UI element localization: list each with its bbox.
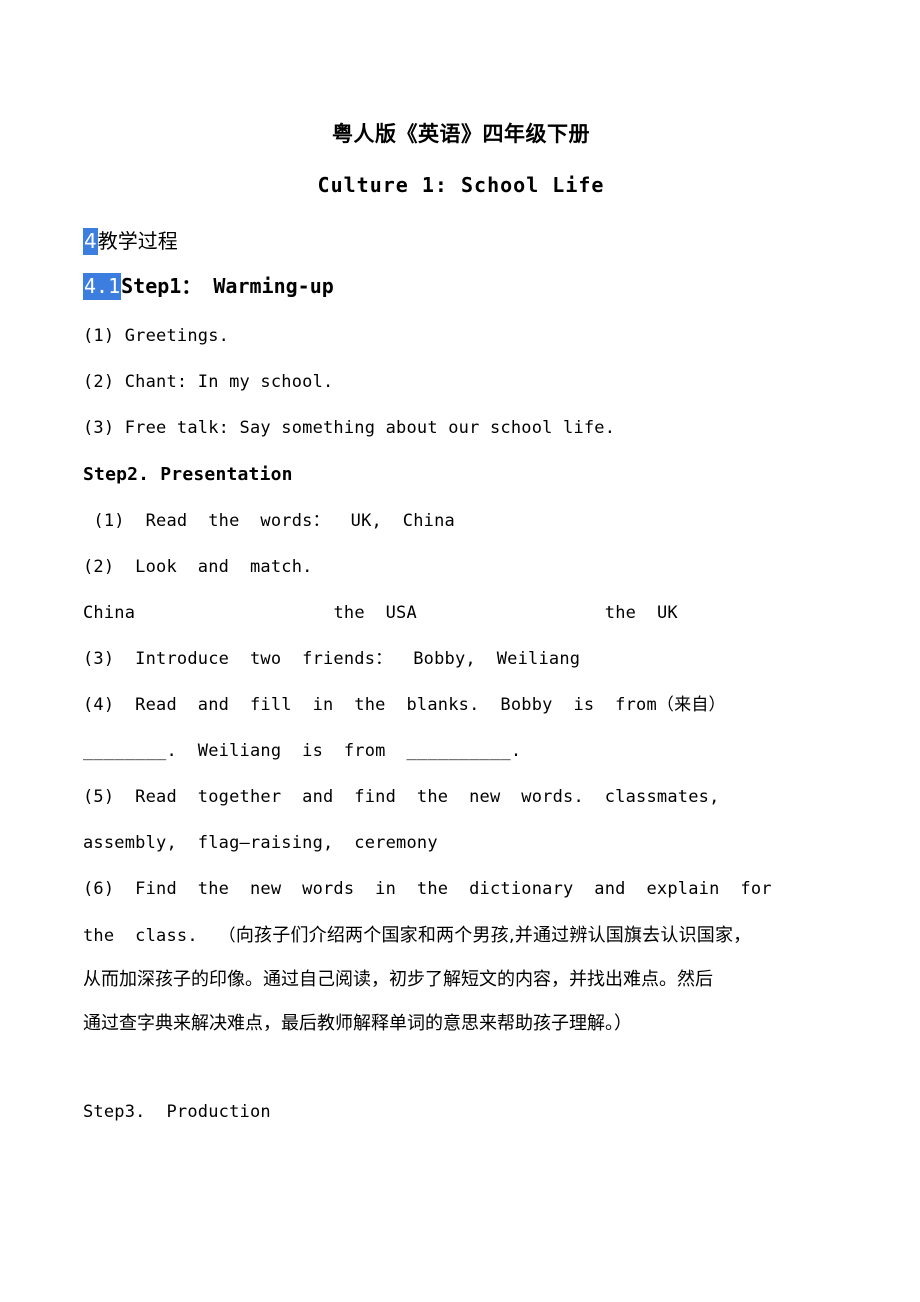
step2-item-6-line3-chinese: 从而加深孩子的印像。通过自己阅读，初步了解短文的内容，并找出难点。然后: [83, 969, 713, 991]
step2-item-4-line1: (4) Read and fill in the blanks. Bobby i…: [83, 695, 726, 716]
match-spacer-2: [417, 603, 605, 623]
match-country-china: China: [83, 603, 136, 624]
step2-item-6-line2: the class. （向孩子们介绍两个国家和两个男孩,并通过辨认国旗去认识国家…: [83, 898, 839, 945]
step2-item-3: (3) Introduce two friends： Bobby, Weilia…: [83, 649, 581, 670]
section-heading-teaching-process: 4教学过程: [83, 197, 839, 256]
document-body: 粤人版《英语》四年级下册 Culture 1: School Life 4教学过…: [83, 0, 839, 1121]
step2-item-2: (2) Look and match.: [83, 557, 313, 578]
step2-item-4-line2: ________. Weiliang is from __________.: [83, 741, 522, 762]
section-heading-label: 教学过程: [97, 229, 178, 254]
subsection-heading-label: Step1： Warming-up: [121, 274, 334, 299]
step2-item-6-line4-chinese: 通过查字典来解决难点，最后教师解释单词的意思来帮助孩子理解。）: [83, 1013, 632, 1035]
subsection-number-highlight: 4.1: [83, 273, 122, 301]
step2-item-6-line1: (6) Find the new words in the dictionary…: [83, 879, 772, 900]
document-title-chinese: 粤人版《英语》四年级下册: [332, 122, 590, 146]
step3-heading: Step3. Production: [83, 1102, 271, 1123]
step1-item-1: (1) Greetings.: [83, 326, 230, 347]
step2-item-5-line1: (5) Read together and find the new words…: [83, 787, 720, 808]
match-row: China the USA the UK: [83, 576, 839, 622]
step2-heading: Step2. Presentation: [83, 464, 293, 486]
step2-item-5-line2: assembly, flag—raising, ceremony: [83, 833, 438, 854]
match-country-uk: the UK: [604, 603, 678, 624]
section-number-highlight: 4: [83, 228, 98, 256]
match-spacer-1: [135, 603, 333, 623]
step1-item-3: (3) Free talk: Say something about our s…: [83, 418, 616, 439]
document-page: 粤人版《英语》四年级下册 Culture 1: School Life 4教学过…: [0, 0, 920, 1302]
subsection-heading-step1: 4.1Step1： Warming-up: [83, 254, 839, 301]
step2-item-1: (1) Read the words： UK, China: [83, 511, 455, 532]
document-title-english: Culture 1: School Life: [317, 173, 605, 198]
step2-item-6-line2-chinese: 向孩子们介绍两个国家和两个男孩,并通过辨认国旗去认识国家，: [235, 925, 752, 947]
step2-item-6-line2-english: the class. （: [83, 926, 236, 947]
match-country-usa: the USA: [333, 603, 417, 624]
step1-item-2: (2) Chant: In my school.: [83, 372, 334, 393]
